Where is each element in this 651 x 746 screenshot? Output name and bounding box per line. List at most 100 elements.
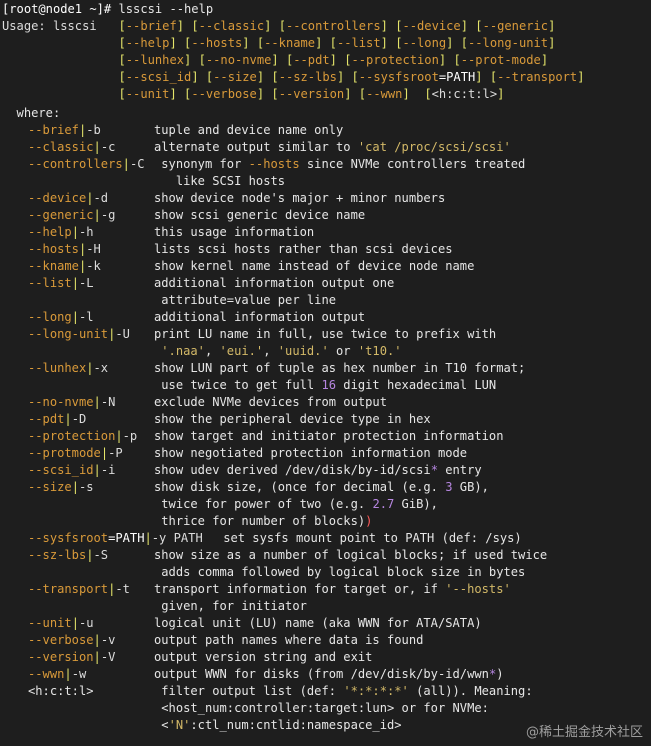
option-flag: --size|-s xyxy=(28,479,94,494)
option-line: --device|-d show device node's major + mi… xyxy=(0,190,651,207)
option-flag: --kname|-k xyxy=(28,258,101,273)
option-desc: print LU name in full, use twice to pref… xyxy=(154,326,497,341)
option-desc: show kernel name instead of device node … xyxy=(154,258,475,273)
option-line: --lunhex|-x show LUN part of tuple as hex… xyxy=(0,360,651,377)
option-desc: show the peripheral device type in hex xyxy=(154,411,431,426)
option-flag: --verbose|-v xyxy=(28,632,116,647)
option-flag: --generic|-g xyxy=(28,207,116,222)
option-flag: --unit|-u xyxy=(28,615,94,630)
usage-line: [--unit] [--verbose] [--version] [--wwn]… xyxy=(118,87,505,101)
option-desc: twice for power of two (e.g. 2.7 GiB), xyxy=(154,496,438,511)
option-desc: transport information for target or, if … xyxy=(154,581,511,596)
option-flag: <h:c:t:l> xyxy=(28,683,94,698)
option-flag: --help|-h xyxy=(28,224,94,239)
option-line: adds comma followed by logical block siz… xyxy=(0,564,651,581)
option-desc: output version string and exit xyxy=(154,649,373,664)
option-line: --list|-L additional information output o… xyxy=(0,275,651,292)
option-desc: additional information output xyxy=(154,309,366,324)
terminal-window[interactable]: { "prompt": { "user_host": "[root@node1 … xyxy=(0,0,651,746)
usage-line: [--lunhex] [--no-nvme] [--pdt] [--protec… xyxy=(118,53,549,67)
option-desc: like SCSI hosts xyxy=(154,173,286,188)
option-line: --brief|-b tuple and device name only xyxy=(0,122,651,139)
option-desc: given, for initiator xyxy=(154,598,307,613)
option-desc: show scsi generic device name xyxy=(154,207,366,222)
watermark: @稀土掘金技术社区 xyxy=(525,725,643,740)
option-line: use twice to get full 16 digit hexadecim… xyxy=(0,377,651,394)
option-desc: tuple and device name only xyxy=(154,122,344,137)
option-flag: --scsi_id|-i xyxy=(28,462,116,477)
option-flag: --hosts|-H xyxy=(28,241,101,256)
option-line: --verbose|-v output path names where data… xyxy=(0,632,651,649)
option-desc: show target and initiator protection inf… xyxy=(154,428,504,443)
option-flag: --long|-l xyxy=(28,309,94,324)
option-flag: --classic|-c xyxy=(28,139,116,154)
option-line: like SCSI hosts xyxy=(0,173,651,190)
option-line: --pdt|-D show the peripheral device type … xyxy=(0,411,651,428)
option-desc: attribute=value per line xyxy=(154,292,337,307)
option-line: <host_num:controller:target:lun> or for … xyxy=(0,700,651,717)
option-desc: logical unit (LU) name (aka WWN for ATA/… xyxy=(154,615,482,630)
option-desc: show size as a number of logical blocks;… xyxy=(154,547,548,562)
option-desc: output WWN for disks (from /dev/disk/by-… xyxy=(154,666,504,681)
option-desc: synonym for --hosts since NVMe controlle… xyxy=(154,156,526,171)
option-desc: show LUN part of tuple as hex number in … xyxy=(154,360,526,375)
option-line: --sz-lbs|-S show size as a number of logi… xyxy=(0,547,651,564)
option-flag: --list|-L xyxy=(28,275,94,290)
usage-line: [--help] [--hosts] [--kname] [--list] [-… xyxy=(118,36,556,50)
option-line: --version|-V output version string and ex… xyxy=(0,649,651,666)
prompt-line: [root@node1 ~]# lsscsi --help xyxy=(2,1,651,18)
option-desc: additional information output one xyxy=(154,275,395,290)
option-desc: lists scsi hosts rather than scsi device… xyxy=(154,241,453,256)
option-line: --transport|-t transport information for … xyxy=(0,581,651,598)
option-line: --wwn|-w output WWN for disks (from /dev/… xyxy=(0,666,651,683)
option-desc: alternate output similar to 'cat /proc/s… xyxy=(154,139,511,154)
option-flag: --controllers|-C xyxy=(28,156,145,171)
option-line: --size|-s show disk size, (once for decim… xyxy=(0,479,651,496)
option-line: '.naa', 'eui.', 'uuid.' or 't10.' xyxy=(0,343,651,360)
option-line: --no-nvme|-N exclude NVMe devices from ou… xyxy=(0,394,651,411)
option-flag: --sz-lbs|-S xyxy=(28,547,109,562)
option-flag: --no-nvme|-N xyxy=(28,394,116,409)
option-line: <h:c:t:l> filter output list (def: '*:*:… xyxy=(0,683,651,700)
option-flag: --device|-d xyxy=(28,190,109,205)
option-desc: exclude NVMe devices from output xyxy=(154,394,387,409)
option-line: attribute=value per line xyxy=(0,292,651,309)
option-flag: --wwn|-w xyxy=(28,666,87,681)
option-flag: --protmode|-P xyxy=(28,445,123,460)
option-desc: <host_num:controller:target:lun> or for … xyxy=(154,700,489,715)
option-line: --kname|-k show kernel name instead of de… xyxy=(0,258,651,275)
option-line: --protmode|-P show negotiated protection … xyxy=(0,445,651,462)
option-flag: --sysfsroot=PATH|-y PATH xyxy=(28,530,203,545)
option-desc: show udev derived /dev/disk/by-id/scsi* … xyxy=(154,462,482,477)
option-line: --sysfsroot=PATH|-y PATH set sysfs mount … xyxy=(0,530,651,547)
option-line: given, for initiator xyxy=(0,598,651,615)
option-desc: thrice for number of blocks)) xyxy=(154,513,373,528)
option-line: --generic|-g show scsi generic device nam… xyxy=(0,207,651,224)
option-flag: --pdt|-D xyxy=(28,411,87,426)
prompt: [root@node1 ~]# xyxy=(2,2,112,16)
usage-line: Usage: lsscsi [--brief] [--classic] [--c… xyxy=(2,19,556,33)
option-desc: this usage information xyxy=(154,224,315,239)
option-flag: --version|-V xyxy=(28,649,116,664)
option-line: twice for power of two (e.g. 2.7 GiB), xyxy=(0,496,651,513)
option-line: --scsi_id|-i show udev derived /dev/disk/… xyxy=(0,462,651,479)
option-desc: <'N':ctl_num:cntlid:namespace_id> xyxy=(154,717,402,732)
option-desc: adds comma followed by logical block siz… xyxy=(154,564,526,579)
option-line: --unit|-u logical unit (LU) name (aka WWN… xyxy=(0,615,651,632)
option-desc: set sysfs mount point to PATH (def: /sys… xyxy=(223,530,522,545)
option-desc: output path names where data is found xyxy=(154,632,424,647)
option-flag: --lunhex|-x xyxy=(28,360,109,375)
where-label: where: xyxy=(2,105,61,120)
option-line: --controllers|-C synonym for --hosts sin… xyxy=(0,156,651,173)
option-desc: use twice to get full 16 digit hexadecim… xyxy=(154,377,497,392)
option-line: --classic|-c alternate output similar to … xyxy=(0,139,651,156)
usage-line: [--scsi_id] [--size] [--sz-lbs] [--sysfs… xyxy=(118,70,585,84)
option-desc: filter output list (def: '*:*:*:*' (all)… xyxy=(154,683,533,698)
option-desc: show device node's major + minor numbers xyxy=(154,190,446,205)
option-line: --protection|-p show target and initiator… xyxy=(0,428,651,445)
option-line: --hosts|-H lists scsi hosts rather than s… xyxy=(0,241,651,258)
command: lsscsi --help xyxy=(111,2,214,16)
option-flag: --protection|-p xyxy=(28,428,138,443)
option-flag: --long-unit|-U xyxy=(28,326,130,341)
option-desc: '.naa', 'eui.', 'uuid.' or 't10.' xyxy=(161,343,402,358)
